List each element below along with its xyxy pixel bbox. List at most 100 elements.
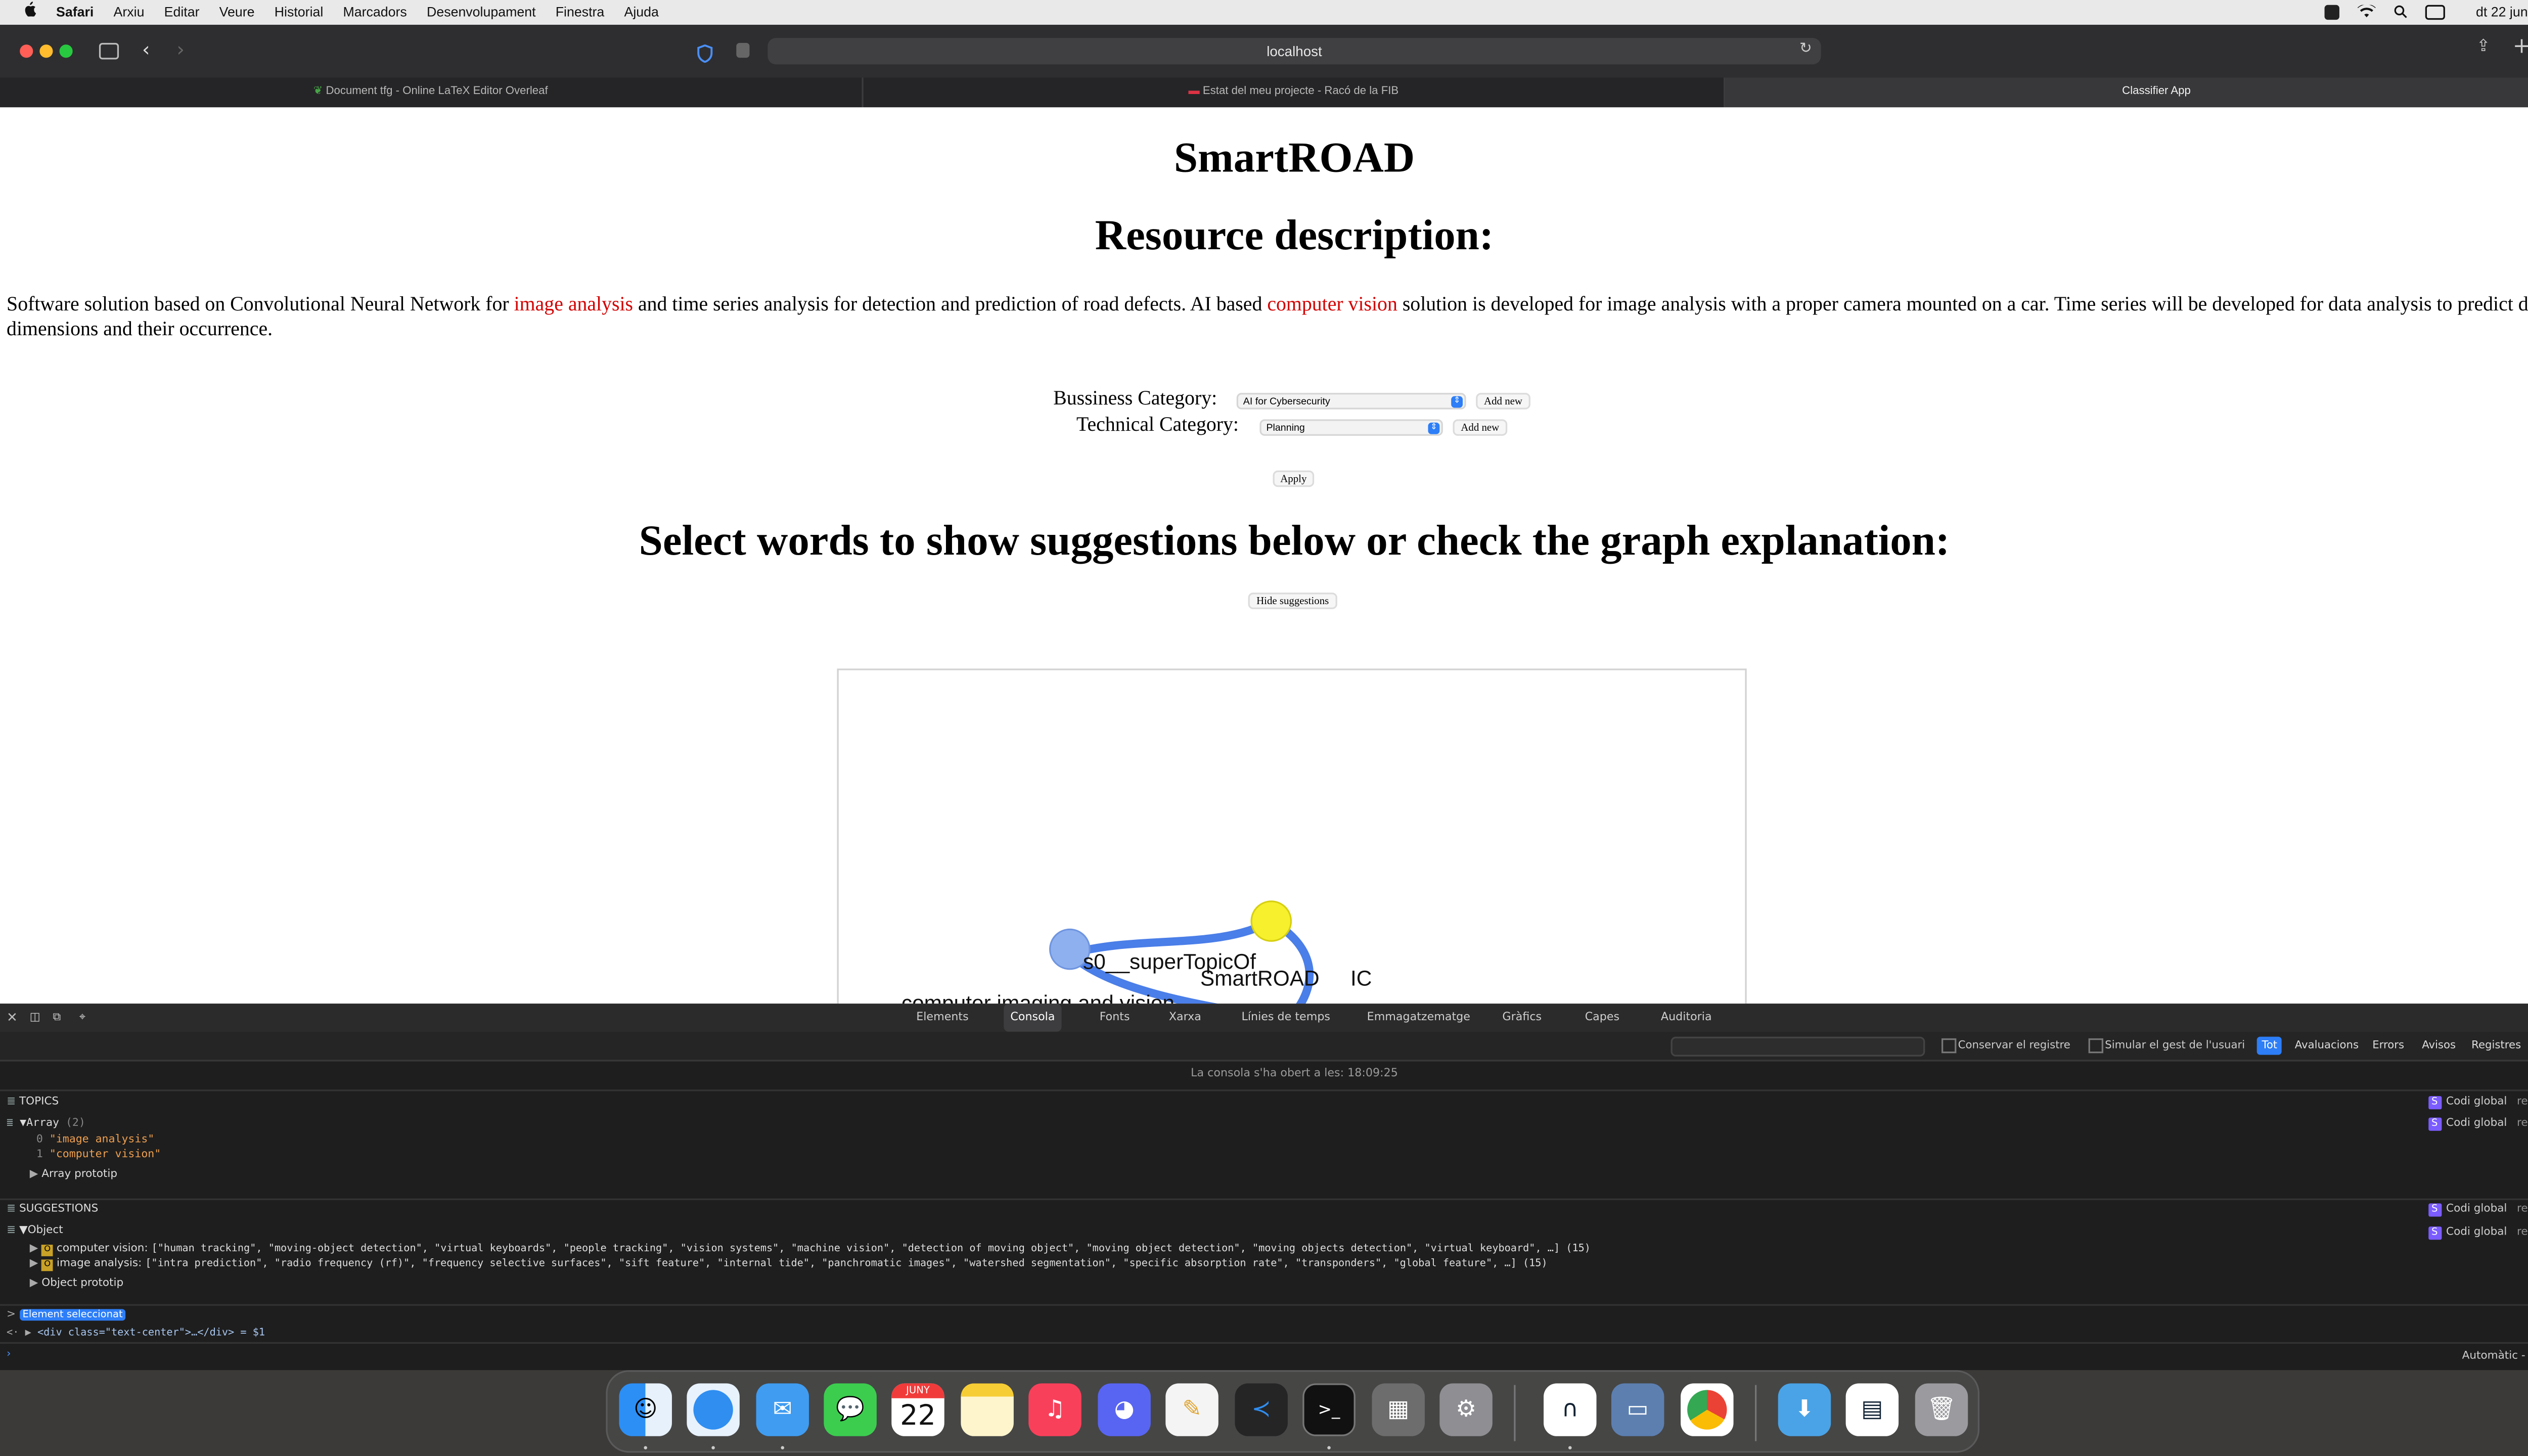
filter-evaluations[interactable]: Avaluacions <box>2295 1035 2359 1055</box>
calendar-icon[interactable]: JUNY 22 <box>891 1383 944 1436</box>
disclosure-triangle-icon[interactable]: ▼ <box>20 1116 26 1129</box>
filter-logs[interactable]: Registres <box>2471 1035 2521 1055</box>
topic-computer-vision[interactable]: computer vision <box>1267 292 1397 315</box>
object-prototype[interactable]: ▶ Object prototip <box>30 1276 2528 1289</box>
element-selected-row[interactable]: > Element seleccionat <box>7 1307 2528 1321</box>
close-inspector-icon[interactable]: ✕ <box>7 1004 18 1032</box>
console-entry-suggestions-object[interactable]: ≣ ▼Object <box>7 1223 2528 1237</box>
console-entry-topics-label[interactable]: ≣ TOPICS <box>7 1095 2528 1108</box>
preview-icon[interactable]: ▭ <box>1611 1383 1664 1436</box>
search-icon[interactable] <box>2394 4 2407 21</box>
tab-storage[interactable]: Emmagatzematge <box>1367 1004 1470 1032</box>
minimize-window-button[interactable] <box>39 44 53 58</box>
downloads-folder-icon[interactable]: ⬇ <box>1778 1383 1831 1436</box>
tab-elements[interactable]: Elements <box>916 1004 968 1032</box>
filter-errors[interactable]: Errors <box>2372 1035 2404 1055</box>
preserve-log-label: Conservar el registre <box>1958 1038 2070 1052</box>
menu-editar[interactable]: Editar <box>164 0 200 25</box>
menu-finestra[interactable]: Finestra <box>556 0 605 25</box>
menu-historial[interactable]: Historial <box>275 0 324 25</box>
apply-button[interactable]: Apply <box>1273 470 1315 487</box>
menu-desenvolupament[interactable]: Desenvolupament <box>427 0 536 25</box>
privacy-icon[interactable] <box>736 42 750 58</box>
selected-node-row[interactable]: <· ▶ <div class="text-center">…</div> = … <box>7 1327 2528 1339</box>
topic-image-analysis[interactable]: image analysis <box>514 292 633 315</box>
forward-icon[interactable]: › <box>176 38 185 61</box>
graph-node[interactable] <box>1250 900 1292 942</box>
object-property-row[interactable]: ▶ O computer vision: ["human tracking", … <box>30 1242 2528 1256</box>
discord-icon[interactable]: ◕ <box>1098 1383 1151 1436</box>
document-stack-icon[interactable]: ▤ <box>1845 1383 1899 1436</box>
graph-explanation[interactable]: s0__superTopicOf SmartROAD IC computer i… <box>837 668 1747 1004</box>
menu-arxiu[interactable]: Arxiu <box>114 0 145 25</box>
vscode-icon[interactable]: ≺ <box>1235 1383 1288 1436</box>
array-prototype[interactable]: ▶ Array prototip <box>30 1167 2528 1180</box>
tab-network[interactable]: Xarxa <box>1169 1004 1201 1032</box>
wifi-icon[interactable] <box>2357 3 2375 21</box>
safari-icon[interactable] <box>687 1383 740 1436</box>
trash-icon[interactable]: 🗑 <box>1915 1383 1968 1436</box>
close-window-button[interactable] <box>20 44 33 58</box>
graph-canvas[interactable]: s0__superTopicOf SmartROAD IC computer i… <box>839 670 1747 1004</box>
back-icon[interactable]: ‹ <box>142 38 150 61</box>
system-settings-icon[interactable]: ⚙ <box>1439 1383 1493 1436</box>
source-link[interactable]: SCodi globalresult:260 <box>2428 1116 2528 1131</box>
tab-raco[interactable]: ▬ Estat del meu projecte - Racó de la FI… <box>863 77 1726 108</box>
tab-console[interactable]: Consola <box>1004 1004 1062 1032</box>
chrome-icon[interactable] <box>1681 1383 1734 1436</box>
technical-add-new-button[interactable]: Add new <box>1453 419 1508 436</box>
source-link[interactable]: SCodi globalresult:272 <box>2428 1202 2528 1217</box>
execution-context-select[interactable]: Automàtic - result ⌃ <box>2462 1349 2528 1362</box>
tab-layers[interactable]: Capes <box>1585 1004 1619 1032</box>
image-capture-icon[interactable]: ▦ <box>1372 1383 1425 1436</box>
sidebar-icon[interactable] <box>99 42 119 60</box>
finder-icon[interactable]: ☺ <box>619 1383 672 1436</box>
tab-graphics[interactable]: Gràfics <box>1502 1004 1542 1032</box>
new-tab-icon[interactable]: + <box>2513 35 2528 60</box>
menu-veure[interactable]: Veure <box>219 0 255 25</box>
music-icon[interactable]: ♫ <box>1028 1383 1081 1436</box>
control-center-icon[interactable] <box>2424 5 2445 20</box>
tab-timelines[interactable]: Línies de temps <box>1242 1004 1331 1032</box>
menu-marcadors[interactable]: Marcadors <box>343 0 407 25</box>
mail-icon[interactable]: ✉ <box>756 1383 809 1436</box>
address-bar[interactable]: localhost <box>768 38 1821 65</box>
simulate-gesture-checkbox[interactable] <box>2088 1038 2103 1054</box>
app-icon[interactable]: ∩ <box>1544 1383 1597 1436</box>
tab-sources[interactable]: Fonts <box>1100 1004 1130 1032</box>
hide-suggestions-button[interactable]: Hide suggestions <box>1248 593 1337 609</box>
terminal-icon[interactable]: >_ <box>1302 1383 1356 1436</box>
messages-icon[interactable]: 💬 <box>824 1383 877 1436</box>
technical-category-select[interactable]: Planning ⇕ <box>1259 419 1443 436</box>
filter-all[interactable]: Tot <box>2256 1036 2282 1055</box>
zoom-window-button[interactable] <box>59 44 73 58</box>
console-entry-suggestions-label[interactable]: ≣ SUGGESTIONS <box>7 1202 2528 1215</box>
reload-icon[interactable]: ↻ <box>1799 41 1812 58</box>
console-entry-topics-array[interactable]: ≣ ▼Array (2) <box>7 1116 2528 1129</box>
disclosure-triangle-icon[interactable]: ▼ <box>19 1223 28 1237</box>
target-icon[interactable]: ⌖ <box>79 1004 85 1032</box>
tab-classifier-app[interactable]: Classifier App <box>1726 77 2528 108</box>
object-property-row[interactable]: ▶ O image analysis: ["intra prediction",… <box>30 1256 2528 1271</box>
share-icon[interactable]: ⇪ <box>2476 38 2490 56</box>
clock-text[interactable]: dt 22 juny 18:09 <box>2476 5 2528 20</box>
business-add-new-button[interactable]: Add new <box>1476 393 1530 410</box>
tab-audit[interactable]: Auditoria <box>1661 1004 1712 1032</box>
business-category-select[interactable]: AI for Cybersecurity ⇕ <box>1236 393 1466 410</box>
apple-icon[interactable] <box>23 0 36 25</box>
translate-icon[interactable] <box>2324 5 2339 20</box>
tab-overleaf[interactable]: ❦ Document tfg - Online LaTeX Editor Ove… <box>0 77 863 108</box>
preserve-log-checkbox[interactable] <box>1941 1038 1957 1054</box>
detach-icon[interactable]: ⧉ <box>53 1004 61 1032</box>
console-prompt[interactable]: › <box>7 1347 2528 1360</box>
pages-icon[interactable]: ✎ <box>1165 1383 1218 1436</box>
dock-side-icon[interactable]: ◫ <box>30 1004 40 1032</box>
shield-icon[interactable] <box>697 41 713 63</box>
menu-ajuda[interactable]: Ajuda <box>624 0 658 25</box>
filter-warnings[interactable]: Avisos <box>2422 1035 2456 1055</box>
source-link[interactable]: SCodi globalresult:259 <box>2428 1095 2528 1110</box>
source-link[interactable]: SCodi globalresult:273 <box>2428 1225 2528 1240</box>
notes-icon[interactable] <box>961 1383 1014 1436</box>
menu-safari[interactable]: Safari <box>56 0 94 25</box>
filter-input[interactable] <box>1671 1036 1925 1057</box>
